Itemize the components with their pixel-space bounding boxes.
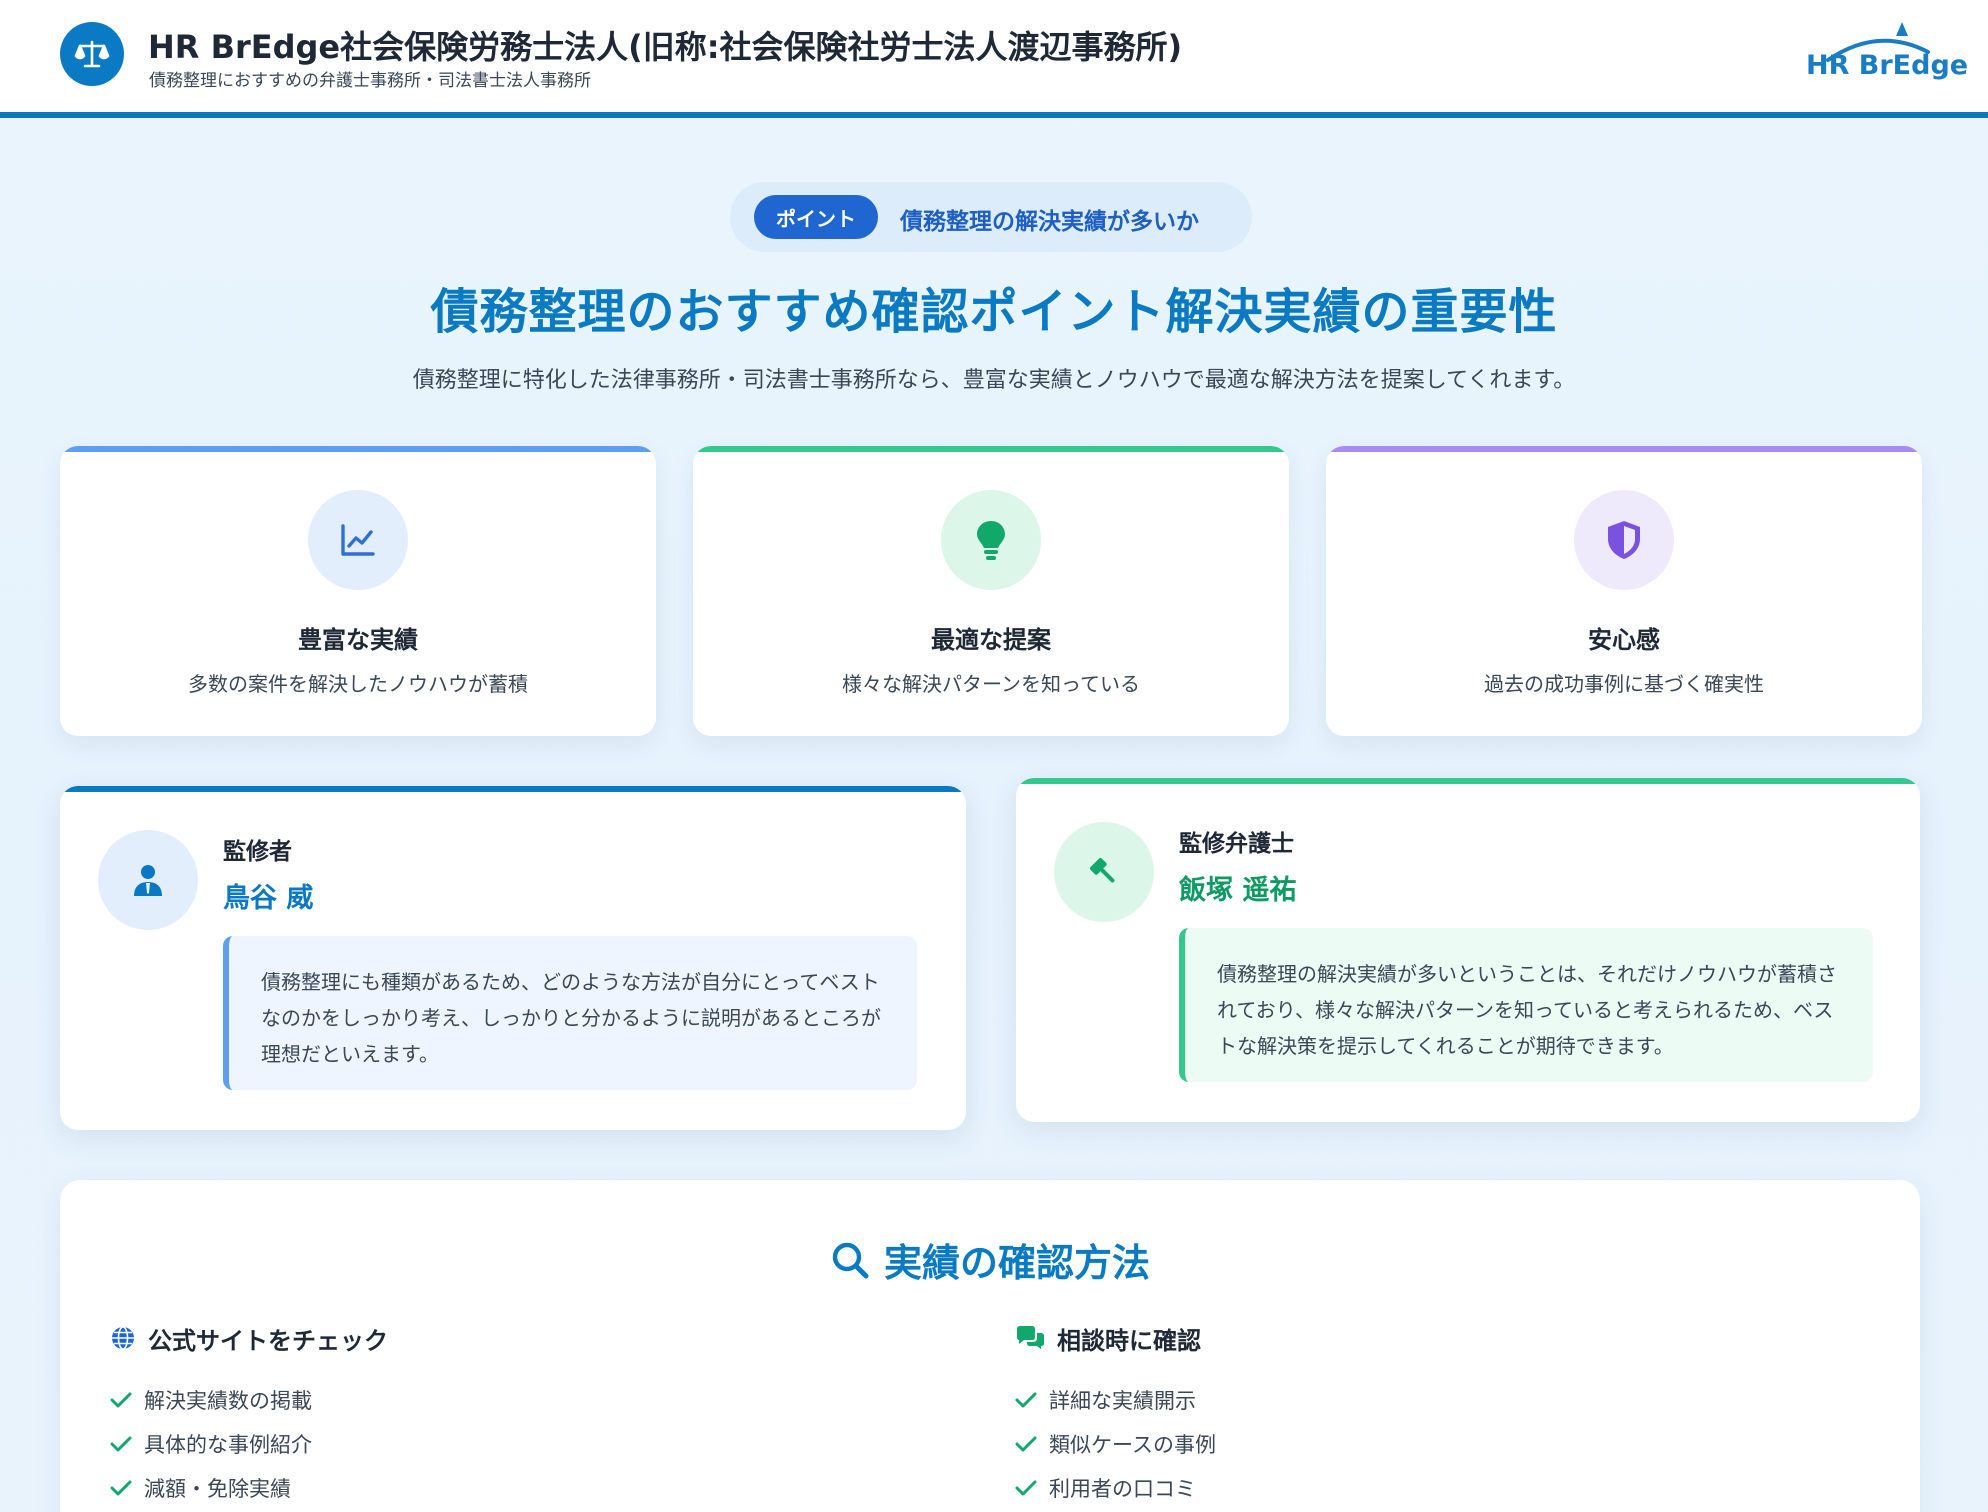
feature-card-accent-bar [1326, 446, 1922, 452]
feature-title: 豊富な実績 [298, 626, 418, 654]
list-item-label: 類似ケースの事例 [1049, 1433, 1216, 1457]
method-title-row: 実績の確認方法 [60, 1232, 1920, 1287]
header-title[interactable]: HR BrEdge社会保険労務士法人(旧称:社会保険社労士法人渡辺事務所) [148, 22, 1182, 68]
method-column-title: 相談時に確認 [1057, 1326, 1201, 1355]
check-icon [110, 1436, 132, 1452]
list-item-label: 具体的な事例紹介 [144, 1433, 312, 1457]
supervising-lawyer-card: 監修弁護士 飯塚 遥祐 債務整理の解決実績が多いということは、それだけノウハウが… [1016, 778, 1920, 1122]
point-badge: ポイント [754, 195, 878, 239]
brand-logo-text[interactable]: HR BrEdge [1806, 50, 1968, 81]
feature-desc: 過去の成功事例に基づく確実性 [1484, 672, 1764, 696]
supervisor-name: 鳥谷 威 [223, 883, 314, 914]
gavel-icon [1054, 822, 1154, 922]
list-item-label: 詳細な実績開示 [1049, 1389, 1196, 1413]
list-item: 詳細な実績開示 [1015, 1378, 1835, 1422]
supervisor-role: 監修弁護士 [1179, 831, 1294, 857]
chart-line-icon [308, 490, 408, 590]
feature-title: 最適な提案 [931, 626, 1051, 654]
list-item-label: 減額・免除実績 [144, 1477, 291, 1501]
method-column-title: 公式サイトをチェック [148, 1326, 388, 1355]
supervisor-card: 監修者 鳥谷 威 債務整理にも種類があるため、どのような方法が自分にとってベスト… [60, 786, 966, 1130]
supervisor-quote: 債務整理にも種類があるため、どのような方法が自分にとってベストなのかをしっかり考… [223, 936, 917, 1090]
check-icon [110, 1392, 132, 1408]
point-text: 債務整理の解決実績が多いか [900, 209, 1199, 235]
feature-card-security: 安心感 過去の成功事例に基づく確実性 [1326, 446, 1922, 736]
method-column-consultation: 相談時に確認 詳細な実績開示 類似ケースの事例 利用者の口コミ [1015, 1320, 1835, 1510]
feature-title: 安心感 [1588, 626, 1660, 654]
shield-icon [1574, 490, 1674, 590]
method-column-head: 公式サイトをチェック [110, 1320, 930, 1356]
list-item: 解決実績数の掲載 [110, 1378, 930, 1422]
supervisor-quote: 債務整理の解決実績が多いということは、それだけノウハウが蓄積されており、様々な解… [1179, 928, 1873, 1082]
feature-desc: 多数の案件を解決したノウハウが蓄積 [188, 672, 528, 696]
feature-card-accent-bar [60, 446, 656, 452]
check-list: 詳細な実績開示 類似ケースの事例 利用者の口コミ [1015, 1378, 1835, 1510]
method-column-website: 公式サイトをチェック 解決実績数の掲載 具体的な事例紹介 減額・免除実績 [110, 1320, 930, 1510]
supervisor-card-accent-bar [1016, 778, 1920, 784]
supervisor-name: 飯塚 遥祐 [1179, 875, 1297, 906]
search-icon [832, 1242, 869, 1278]
list-item-label: 解決実績数の掲載 [144, 1389, 312, 1413]
list-item: 類似ケースの事例 [1015, 1422, 1835, 1466]
check-icon [1015, 1392, 1037, 1408]
feature-card-achievements: 豊富な実績 多数の案件を解決したノウハウが蓄積 [60, 446, 656, 736]
check-list: 解決実績数の掲載 具体的な事例紹介 減額・免除実績 [110, 1378, 930, 1510]
method-column-head: 相談時に確認 [1015, 1320, 1835, 1356]
globe-icon [112, 1326, 134, 1350]
feature-card-accent-bar [693, 446, 1289, 452]
check-icon [1015, 1480, 1037, 1496]
method-section: 実績の確認方法 公式サイトをチェック 解決実績数の掲載 具体的な事例紹介 減額・… [60, 1180, 1920, 1512]
list-item-label: 利用者の口コミ [1049, 1477, 1196, 1501]
list-item: 具体的な事例紹介 [110, 1422, 930, 1466]
feature-card-proposal: 最適な提案 様々な解決パターンを知っている [693, 446, 1289, 736]
lightbulb-icon [941, 490, 1041, 590]
header-subtitle: 債務整理におすすめの弁護士事務所・司法書士法人事務所 [149, 71, 591, 91]
feature-desc: 様々な解決パターンを知っている [842, 672, 1140, 696]
point-pill: ポイント 債務整理の解決実績が多いか [730, 182, 1252, 252]
main-title: 債務整理のおすすめ確認ポイント解決実績の重要性 [430, 284, 1558, 340]
user-tie-icon [98, 830, 198, 930]
list-item: 利用者の口コミ [1015, 1466, 1835, 1510]
main-description: 債務整理に特化した法律事務所・司法書士事務所なら、豊富な実績とノウハウで最適な解… [412, 368, 1576, 393]
check-icon [1015, 1436, 1037, 1452]
supervisor-role: 監修者 [223, 839, 292, 865]
supervisor-card-accent-bar [60, 786, 966, 792]
check-icon [110, 1480, 132, 1496]
list-item: 減額・免除実績 [110, 1466, 930, 1510]
scale-icon[interactable] [60, 22, 124, 86]
method-title: 実績の確認方法 [883, 1241, 1150, 1285]
chat-bubbles-icon [1017, 1326, 1044, 1349]
site-header: HR BrEdge社会保険労務士法人(旧称:社会保険社労士法人渡辺事務所) 債務… [0, 0, 1988, 118]
